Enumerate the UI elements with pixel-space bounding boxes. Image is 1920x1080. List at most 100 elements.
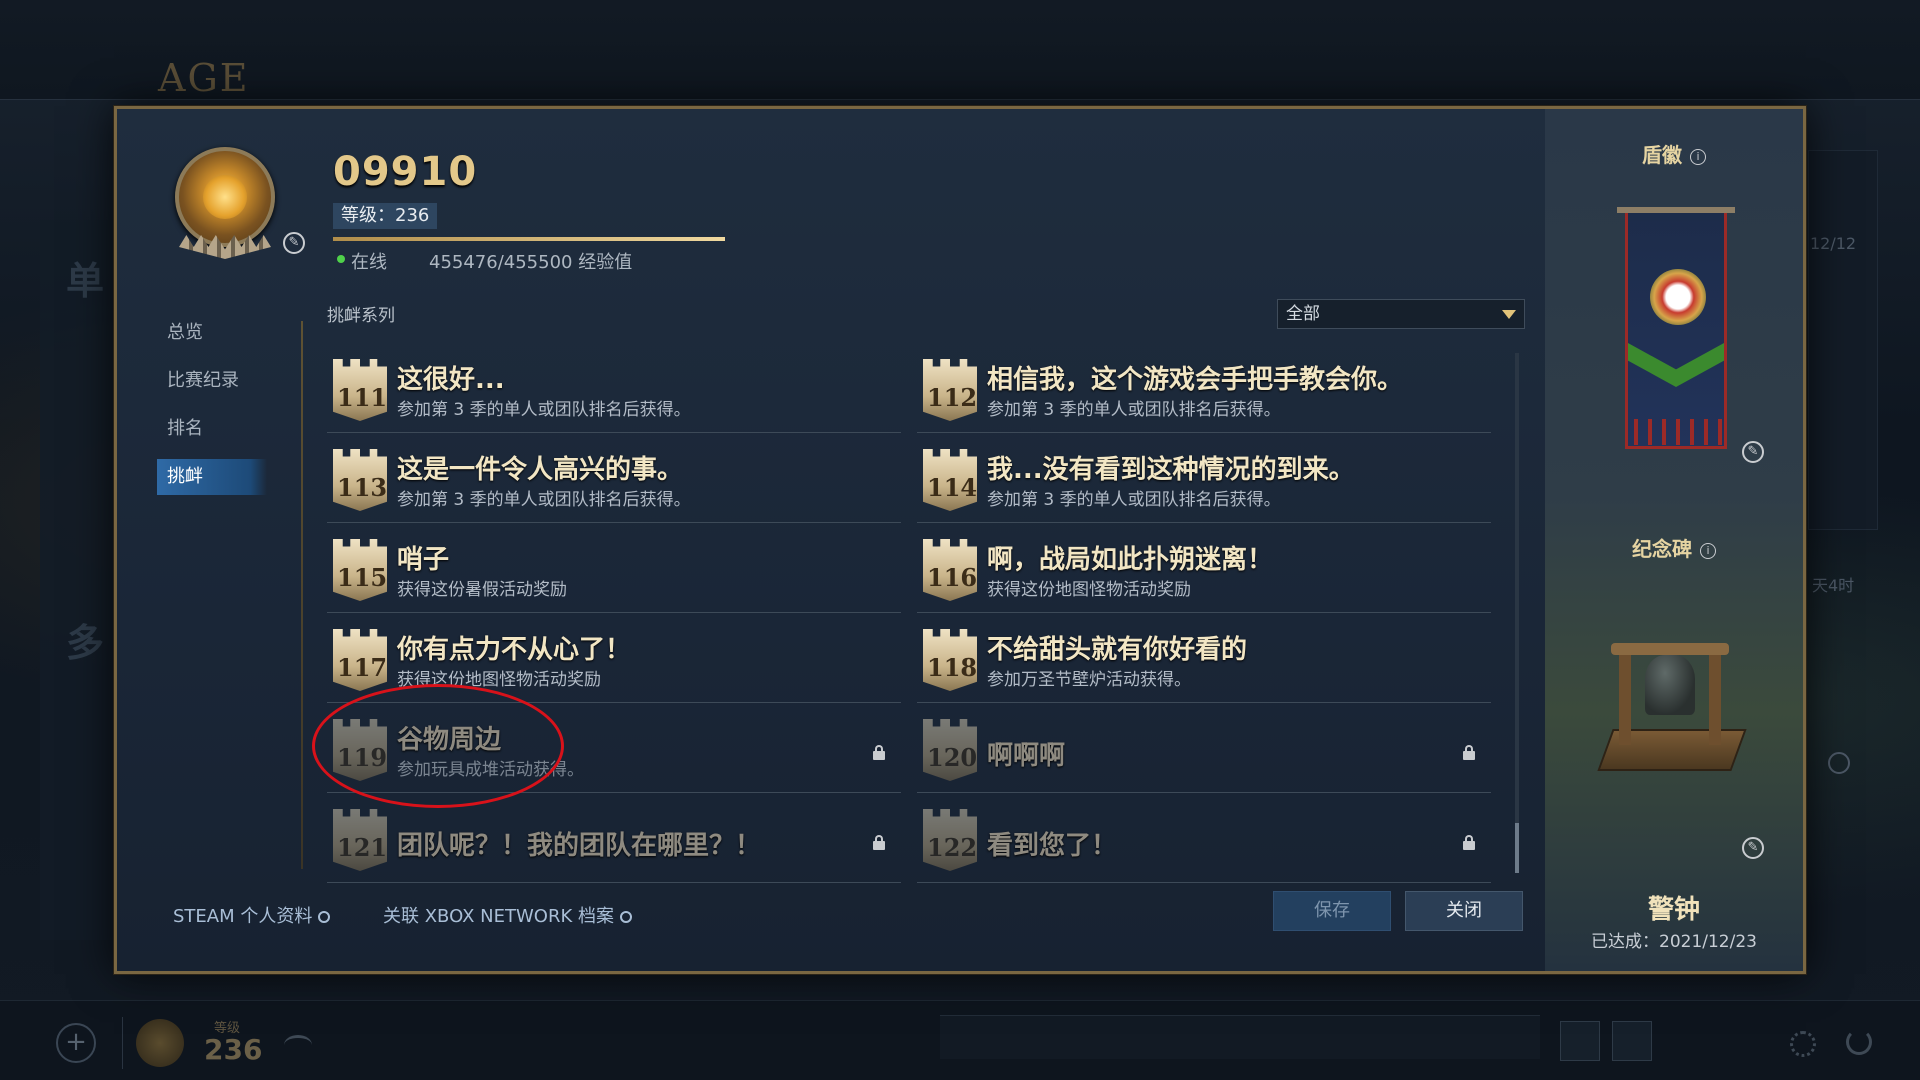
bottom-center-panel <box>940 1015 1540 1059</box>
taunt-card[interactable]: 111 这很好... 参加第 3 季的单人或团队排名后获得。 <box>327 353 901 433</box>
info-icon[interactable]: i <box>1700 542 1716 559</box>
filter-dropdown[interactable]: 全部 <box>1277 299 1525 329</box>
edit-avatar-icon[interactable]: ✎ <box>283 232 305 254</box>
save-button[interactable]: 保存 <box>1273 891 1391 931</box>
bell-monument[interactable] <box>1597 629 1747 789</box>
taunt-number: 119 <box>337 743 388 772</box>
bell-post-right <box>1709 649 1721 745</box>
taunt-badge-icon: 111 <box>333 359 387 421</box>
gear-icon[interactable] <box>1790 1031 1816 1057</box>
info-icon[interactable]: i <box>1690 148 1706 165</box>
scrollbar[interactable] <box>1515 353 1519 873</box>
bell-post-left <box>1619 649 1631 745</box>
lock-icon <box>873 745 885 760</box>
taunt-number: 122 <box>927 833 978 862</box>
bottom-action-button-1[interactable] <box>1560 1021 1600 1061</box>
player-emblem-icon[interactable] <box>136 1019 184 1067</box>
online-status: 在线 <box>351 252 387 273</box>
taunt-badge-icon: 116 <box>923 539 977 601</box>
taunt-badge-icon: 115 <box>333 539 387 601</box>
taunt-card[interactable]: 112 相信我，这个游戏会手把手教会你。 参加第 3 季的单人或团队排名后获得。 <box>917 353 1491 433</box>
taunt-description: 参加第 3 季的单人或团队排名后获得。 <box>397 490 691 510</box>
lock-icon <box>873 835 885 850</box>
taunt-badge-icon: 112 <box>923 359 977 421</box>
background-logo: AGE <box>158 56 250 100</box>
bell-icon <box>1645 655 1695 715</box>
profile-nav: 总览 比赛纪录 排名 挑衅 <box>157 315 337 507</box>
power-icon[interactable] <box>1846 1029 1872 1055</box>
taunt-card[interactable]: 122 看到您了！ <box>917 803 1491 883</box>
taunt-card[interactable]: 115 哨子 获得这份暑假活动奖励 <box>327 533 901 613</box>
taunt-card[interactable]: 119 谷物周边 参加玩具成堆活动获得。 <box>327 713 901 793</box>
steam-profile-link-label: STEAM 个人资料 <box>173 906 313 927</box>
background-right-date: 12/12 <box>1810 234 1857 253</box>
taunt-description: 获得这份暑假活动奖励 <box>397 580 567 600</box>
check-circle-icon <box>1828 752 1850 774</box>
taunt-card[interactable]: 121 团队呢？！我的团队在哪里？！ <box>327 803 901 883</box>
chevron-down-icon <box>1502 310 1516 319</box>
taunt-title: 这很好... <box>397 365 505 395</box>
taunt-card[interactable]: 116 啊，战局如此扑朔迷离！ 获得这份地图怪物活动奖励 <box>917 533 1491 613</box>
taunt-description: 参加玩具成堆活动获得。 <box>397 760 584 780</box>
nav-item-overview[interactable]: 总览 <box>157 315 337 351</box>
taunt-card[interactable]: 117 你有点力不从心了！ 获得这份地图怪物活动奖励 <box>327 623 901 703</box>
taunt-card[interactable]: 114 我...没有看到这种情况的到来。 参加第 3 季的单人或团队排名后获得。 <box>917 443 1491 523</box>
bottom-action-button-2[interactable] <box>1612 1021 1652 1061</box>
nav-item-match-history[interactable]: 比赛纪录 <box>157 363 337 399</box>
lock-icon <box>1463 835 1475 850</box>
plus-icon[interactable]: + <box>56 1023 96 1063</box>
taunt-number: 112 <box>927 383 978 412</box>
bottom-bar-divider <box>122 1017 123 1069</box>
taunt-badge-icon: 121 <box>333 809 387 871</box>
taunt-card[interactable]: 120 啊啊啊 <box>917 713 1491 793</box>
taunt-badge-icon: 120 <box>923 719 977 781</box>
taunt-title: 我...没有看到这种情况的到来。 <box>987 455 1355 485</box>
nav-item-ranking[interactable]: 排名 <box>157 411 337 447</box>
external-link-icon <box>318 911 331 923</box>
close-button[interactable]: 关闭 <box>1405 891 1523 931</box>
taunt-card[interactable]: 118 不给甜头就有你好看的参加万圣节壁炉活动获得。 <box>917 623 1491 703</box>
taunt-number: 111 <box>337 383 388 412</box>
level-badge: 等级：236 <box>333 203 438 229</box>
taunt-number: 116 <box>927 563 978 592</box>
taunt-number: 114 <box>927 473 978 502</box>
taunt-title: 不给甜头就有你好看的 <box>987 635 1248 665</box>
edit-monument-icon[interactable]: ✎ <box>1742 837 1764 859</box>
monument-name: 警钟 <box>1647 895 1700 925</box>
xp-progress-fill <box>333 237 725 241</box>
section-title: 挑衅系列 <box>327 306 395 326</box>
taunt-description: 参加第 3 季的单人或团队排名后获得。 <box>397 400 691 420</box>
taunt-title: 啊，战局如此扑朔迷离！ <box>987 545 1274 575</box>
bell-beam <box>1611 643 1729 655</box>
nav-divider <box>301 321 303 869</box>
shield-banner[interactable] <box>1625 213 1727 449</box>
edit-shield-icon[interactable]: ✎ <box>1742 441 1764 463</box>
steam-profile-link[interactable]: STEAM 个人资料 <box>173 902 331 928</box>
taunt-badge-icon: 118 <box>923 629 977 691</box>
taunt-description: 参加万圣节壁炉活动获得。 <box>987 670 1191 690</box>
taunt-title: 看到您了！ <box>987 831 1118 861</box>
scrollbar-thumb[interactable] <box>1515 823 1519 873</box>
taunt-title: 相信我，这个游戏会手把手教会你。 <box>987 365 1404 395</box>
background-right-time: 天4时 <box>1812 576 1855 595</box>
taunt-number: 118 <box>927 653 978 682</box>
right-column: 盾徽 i ✎ 纪念碑 i ✎ 警钟 已达成：2021/12/23 <box>1545 109 1803 971</box>
nav-item-taunts[interactable]: 挑衅 <box>157 459 267 495</box>
taunt-description: 获得这份地图怪物活动奖励 <box>397 670 601 690</box>
online-status-dot-icon <box>337 255 345 263</box>
taunt-number: 120 <box>927 743 978 772</box>
player-name: 09910 <box>333 149 478 195</box>
xbox-network-link[interactable]: 关联 XBOX NETWORK 档案 <box>383 902 632 928</box>
background-top-bar <box>0 0 1920 100</box>
taunt-number: 117 <box>337 653 388 682</box>
taunt-card[interactable]: 113 这是一件令人高兴的事。 参加第 3 季的单人或团队排名后获得。 <box>327 443 901 523</box>
taunt-badge-icon: 117 <box>333 629 387 691</box>
sun-emblem-icon <box>203 175 247 219</box>
bottom-bar: + 等级 236 <box>0 1000 1920 1080</box>
taunt-title: 这是一件令人高兴的事。 <box>397 455 684 485</box>
avatar[interactable] <box>169 147 281 267</box>
background-right-panel <box>1808 150 1878 530</box>
taunt-number: 115 <box>337 563 388 592</box>
monument-title-label: 纪念碑 <box>1632 537 1692 561</box>
taunt-badge-icon: 114 <box>923 449 977 511</box>
